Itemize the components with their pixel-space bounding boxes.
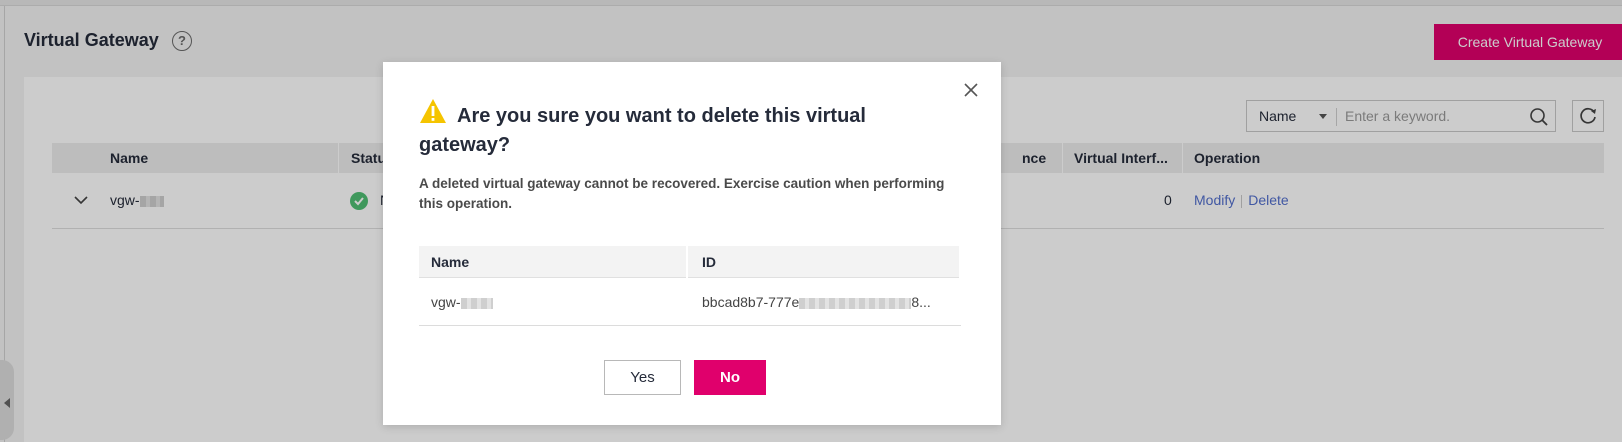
dialog-description: A deleted virtual gateway cannot be reco… <box>419 176 945 211</box>
dialog-table-header: Name ID <box>419 246 961 278</box>
dialog-row-name-cell: vgw- <box>431 294 493 310</box>
dialog-title: Are you sure you want to delete this vir… <box>419 105 866 156</box>
dialog-column-name: Name <box>431 254 470 270</box>
column-divider <box>686 246 688 278</box>
column-divider <box>959 246 961 278</box>
dialog-row-id-end: 8... <box>911 294 931 310</box>
dialog-table-row: vgw- bbcad8b7-777e 8... <box>419 278 961 326</box>
redacted-text <box>460 297 493 309</box>
no-button[interactable]: No <box>694 360 766 395</box>
delete-confirm-dialog: Are you sure you want to delete this vir… <box>383 62 1001 425</box>
dialog-row-name: vgw- <box>431 294 461 310</box>
yes-button[interactable]: Yes <box>604 360 681 395</box>
dialog-column-id: ID <box>702 254 716 270</box>
dialog-row-id-start: bbcad8b7-777e <box>702 294 800 310</box>
dialog-row-id-cell: bbcad8b7-777e 8... <box>702 294 931 310</box>
redacted-text <box>799 297 912 309</box>
close-icon[interactable] <box>963 82 979 98</box>
